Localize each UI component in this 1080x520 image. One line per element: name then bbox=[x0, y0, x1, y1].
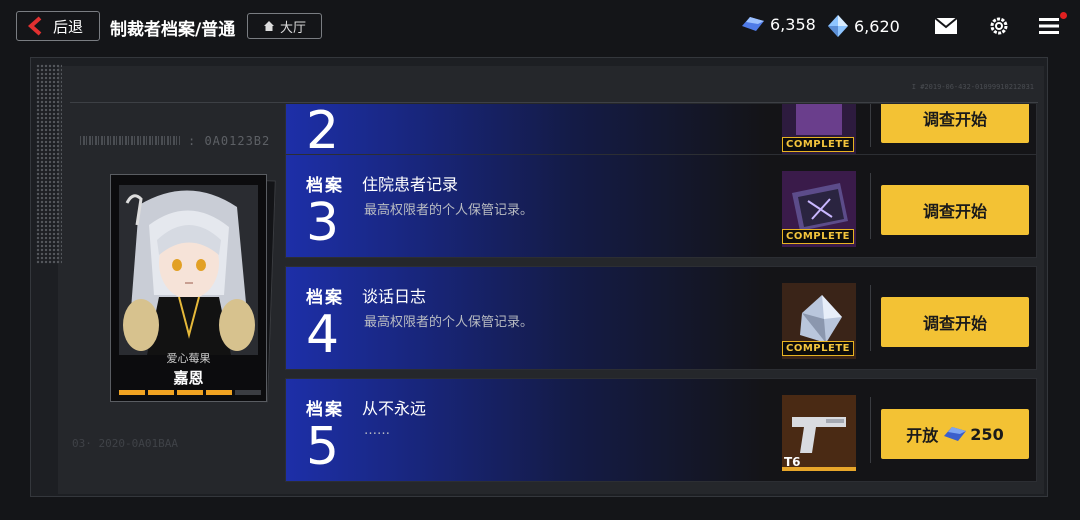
settings-button[interactable] bbox=[987, 14, 1011, 38]
panel-divider bbox=[70, 102, 1038, 103]
entry-title: 住院患者记录 bbox=[362, 175, 459, 194]
archive-entry-4[interactable]: 档案 4 谈话日志 最高权限者的个人保管记录。 COMPLETE 调查开始 bbox=[285, 266, 1037, 370]
complete-badge: COMPLETE bbox=[782, 137, 854, 152]
complete-badge: COMPLETE bbox=[782, 229, 854, 244]
entry-title: 从不永远 bbox=[362, 399, 427, 418]
entry-number: 3 bbox=[306, 193, 340, 253]
currency-shard[interactable]: 6,358 bbox=[740, 14, 816, 34]
star-segment bbox=[235, 390, 261, 395]
lobby-button[interactable]: 大厅 bbox=[247, 13, 322, 39]
complete-badge: COMPLETE bbox=[782, 341, 854, 356]
unlock-label: 开放 bbox=[906, 426, 939, 445]
notification-dot bbox=[1060, 12, 1067, 19]
entry-description: 最高权限者的个人保管记录。 bbox=[364, 203, 534, 218]
diamond-icon bbox=[828, 15, 848, 37]
character-name: 嘉恩 bbox=[173, 369, 204, 387]
lobby-label: 大厅 bbox=[279, 20, 306, 36]
archive-list[interactable]: 2 COMPLETE 调查开始 档案 3 住院患者记录 最高权限者的个人保管记录… bbox=[285, 104, 1037, 485]
entry-description: 最高权限者的个人保管记录。 bbox=[364, 315, 534, 330]
entry-title: 谈话日志 bbox=[362, 287, 427, 306]
panel-serial: I #2019-06-432-01099910212031 bbox=[911, 83, 1034, 91]
pistol-thumbnail[interactable]: T6 bbox=[782, 395, 856, 471]
mail-icon bbox=[935, 18, 957, 34]
gear-icon bbox=[990, 17, 1008, 35]
home-icon bbox=[263, 21, 274, 31]
archive-entry-3[interactable]: 档案 3 住院患者记录 最高权限者的个人保管记录。 COMPLETE 调查开始 bbox=[285, 154, 1037, 258]
investigate-button[interactable]: 调查开始 bbox=[881, 185, 1029, 235]
shard-count: 6,358 bbox=[770, 14, 816, 34]
back-button[interactable]: 后退 bbox=[16, 11, 100, 41]
star-segment bbox=[206, 390, 232, 395]
crystal-shard-icon bbox=[944, 427, 967, 441]
star-segment bbox=[148, 390, 174, 395]
star-segment bbox=[119, 390, 145, 395]
star-segment bbox=[177, 390, 203, 395]
diamond-count: 6,620 bbox=[854, 16, 900, 36]
menu-button[interactable] bbox=[1037, 12, 1067, 38]
back-label: 后退 bbox=[53, 17, 84, 36]
mail-button[interactable] bbox=[934, 14, 958, 38]
menu-icon bbox=[1039, 18, 1059, 34]
archive-entry-5[interactable]: 档案 5 从不永远 …… T6 开放 250 bbox=[285, 378, 1037, 482]
top-bar: 后退 制裁者档案/普通 大厅 6,358 6,620 bbox=[0, 0, 1080, 52]
crystal-shard-icon bbox=[742, 17, 764, 31]
page-title: 制裁者档案/普通 bbox=[110, 20, 236, 40]
currency-diamond[interactable]: 6,620 bbox=[826, 14, 900, 38]
character-stars bbox=[119, 390, 261, 395]
panel-code-2: 03· 2020-0A01BAA bbox=[72, 437, 178, 450]
entry-description: …… bbox=[364, 423, 390, 438]
investigate-button[interactable]: 调查开始 bbox=[881, 104, 1029, 143]
entry-number: 5 bbox=[306, 417, 340, 477]
investigate-button[interactable]: 调查开始 bbox=[881, 297, 1029, 347]
unlock-cost: 250 bbox=[970, 424, 1004, 444]
panel-code: : 0A0123B2 bbox=[188, 134, 271, 148]
entry-number: 2 bbox=[306, 104, 340, 161]
entry-number: 4 bbox=[306, 305, 340, 365]
unlock-button[interactable]: 开放 250 bbox=[881, 409, 1029, 459]
barcode bbox=[80, 136, 180, 145]
character-subtitle: 爱心莓果 bbox=[166, 352, 211, 365]
back-chevron-icon bbox=[27, 16, 42, 36]
speaker-grille bbox=[36, 64, 62, 264]
character-card[interactable]: 爱心莓果 嘉恩 bbox=[110, 174, 267, 402]
character-portrait bbox=[119, 185, 258, 355]
